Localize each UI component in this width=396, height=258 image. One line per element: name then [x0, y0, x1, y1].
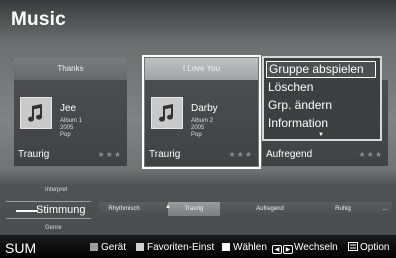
card-year: 2005 [60, 125, 74, 131]
footer-device-label: Gerät [101, 242, 127, 253]
device-label-sum: SUM [5, 240, 37, 256]
footer-switch-label: Wechseln [294, 242, 338, 253]
filter-indicator-line [16, 210, 38, 212]
music-browser-screen: Music Thanks Jee Album 1 2005 Pop Trauri… [0, 0, 396, 258]
footer-select-button[interactable]: Wählen [222, 242, 267, 254]
card-album: Album 1 [60, 118, 83, 124]
card-title: I Love You [145, 58, 258, 80]
filter-option-rhythmisch[interactable]: Rhythmisch [98, 202, 150, 216]
footer-option-label: Option [360, 242, 390, 253]
filter-category-selector[interactable]: Stimmung [6, 201, 91, 219]
footer-bar: SUM Gerät Favoriten-Einst Wählen ◀ ▶ Wechs… [0, 239, 396, 258]
card-artist: Jee [60, 103, 77, 114]
card-album-info: Album 1 2005 Pop [60, 118, 82, 139]
card-mood: Aufregend [266, 149, 313, 160]
tools-icon [348, 242, 358, 251]
right-arrow-key-icon: ▶ [283, 245, 293, 254]
selected-arrow-icon: ▲ [165, 204, 171, 210]
card-body: Jee Album 1 2005 Pop Traurig ★★★ [14, 80, 127, 166]
filter-down-label[interactable]: Genre [45, 225, 62, 231]
menu-item-play-group[interactable]: Gruppe abspielen [266, 61, 376, 78]
filter-option-aufregend[interactable]: Aufregend [238, 202, 302, 216]
light-key-icon [136, 243, 144, 251]
filter-category-label: Stimmung [36, 204, 86, 216]
white-key-icon [222, 243, 230, 251]
filter-bar: Interpret Stimmung Genre Rhythmisch Trau… [0, 187, 396, 233]
menu-item-information[interactable]: Information [266, 115, 376, 132]
card-title: Thanks [14, 58, 127, 80]
grey-key-icon [90, 243, 98, 251]
filter-option-traurig[interactable]: Traurig [168, 202, 220, 216]
music-card-2[interactable]: I Love You Darby Album 2 2005 Pop Trauri… [142, 55, 261, 169]
footer-select-label: Wählen [233, 242, 267, 253]
music-note-icon [20, 97, 52, 129]
chevron-down-icon[interactable]: ▼ [318, 132, 324, 138]
filter-option-ruhig[interactable]: Ruhig [316, 202, 370, 216]
menu-item-delete[interactable]: Löschen [266, 79, 376, 96]
filter-options-strip: Rhythmisch Traurig Aufregend Ruhig ... [98, 202, 392, 216]
card-body: Darby Album 2 2005 Pop Traurig ★★★ [145, 80, 258, 166]
footer-device-button[interactable]: Gerät [90, 242, 126, 254]
left-arrow-key-icon: ◀ [272, 245, 282, 254]
card-genre: Pop [191, 132, 202, 138]
menu-item-change-group[interactable]: Grp. ändern [266, 97, 376, 114]
card-album: Album 2 [191, 118, 214, 124]
filter-up-label[interactable]: Interpret [45, 187, 67, 193]
filter-option-more[interactable]: ... [378, 202, 392, 216]
card-artist: Darby [191, 103, 218, 114]
footer-option-button[interactable]: Option [348, 242, 389, 254]
card-mood: Traurig [18, 149, 50, 160]
card-rating-stars: ★★★ [228, 150, 253, 159]
card-rating-stars: ★★★ [97, 150, 122, 159]
card-year: 2005 [191, 125, 205, 131]
card-genre: Pop [60, 132, 71, 138]
footer-switch-button[interactable]: ◀ ▶ Wechseln [272, 242, 338, 254]
context-menu: Gruppe abspielen Löschen Grp. ändern Inf… [262, 56, 382, 141]
music-note-icon [151, 97, 183, 129]
card-rating-stars: ★★★ [358, 150, 383, 159]
footer-favorites-button[interactable]: Favoriten-Einst [136, 242, 214, 254]
card-album-info: Album 2 2005 Pop [191, 118, 213, 139]
card-mood: Traurig [149, 149, 181, 160]
footer-favorites-label: Favoriten-Einst [147, 242, 215, 253]
music-card-1[interactable]: Thanks Jee Album 1 2005 Pop Traurig ★★★ [14, 58, 127, 166]
page-title: Music [11, 9, 66, 30]
